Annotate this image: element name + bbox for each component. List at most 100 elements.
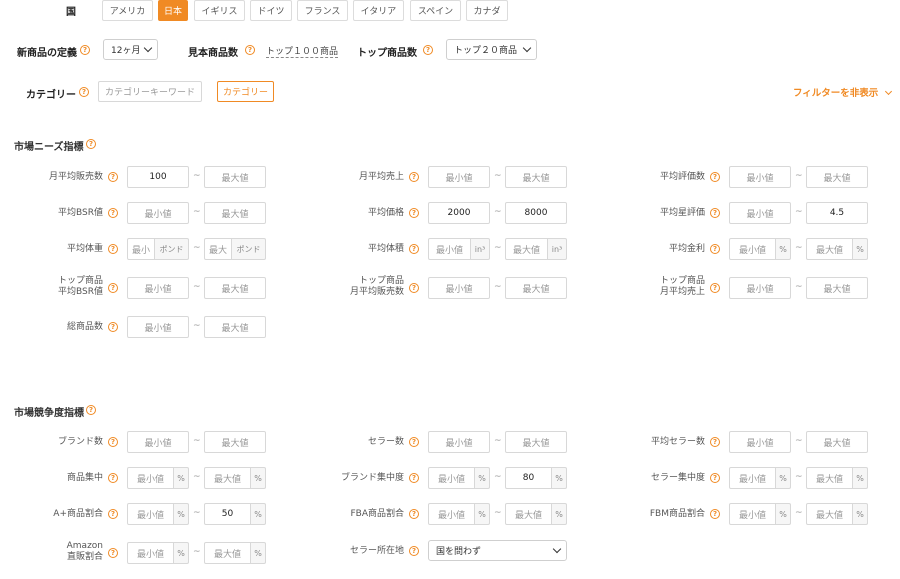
avg-profit-max[interactable]: 最大値 [806,238,853,260]
new-product-select[interactable]: 12ヶ月 [103,39,158,60]
monthly-sales-max[interactable]: 最大値 [204,166,266,188]
avg-volume-max[interactable]: 最大値 [505,238,548,260]
help-icon[interactable]: ? [80,45,90,55]
avg-sellers-max[interactable]: 最大値 [806,431,868,453]
help-icon[interactable]: ? [409,546,419,556]
help-icon[interactable]: ? [409,172,419,182]
help-icon[interactable]: ? [108,473,118,483]
help-icon[interactable]: ? [409,244,419,254]
monthly-sales-min[interactable]: 100 [127,166,189,188]
fba-ratio-max[interactable]: 最大値 [505,503,552,525]
amazon-direct-min[interactable]: 最小値 [127,542,174,564]
help-icon[interactable]: ? [108,172,118,182]
help-icon[interactable]: ? [409,509,419,519]
country-option-germany[interactable]: ドイツ [250,0,292,21]
amazon-direct-label: Amazon 直販割合 [67,541,103,563]
avg-weight-min[interactable]: 最小 [127,238,155,260]
filter-toggle[interactable]: フィルターを非表示 [793,85,892,99]
help-icon[interactable]: ? [710,208,720,218]
help-icon[interactable]: ? [245,45,255,55]
help-icon[interactable]: ? [409,208,419,218]
brand-concentration-max[interactable]: 80 [505,467,552,489]
help-icon[interactable]: ? [108,208,118,218]
product-concentration-min[interactable]: 最小値 [127,467,174,489]
avg-bsr-max[interactable]: 最大値 [204,202,266,224]
seller-count-min[interactable]: 最小値 [428,431,490,453]
category-keyword-input[interactable]: カテゴリーキーワード [98,81,202,102]
top-bsr-max[interactable]: 最大値 [204,277,266,299]
avg-price-min[interactable]: 2000 [428,202,490,224]
avg-volume-min[interactable]: 最小値 [428,238,471,260]
range-separator: ~ [193,436,201,446]
product-concentration-max[interactable]: 最大値 [204,467,251,489]
percent-unit: % [174,467,189,489]
help-icon[interactable]: ? [710,172,720,182]
top-monthly-revenue-max[interactable]: 最大値 [806,277,868,299]
total-products-max[interactable]: 最大値 [204,316,266,338]
range-separator: ~ [795,171,803,181]
help-icon[interactable]: ? [409,437,419,447]
country-option-japan[interactable]: 日本 [158,0,188,21]
help-icon[interactable]: ? [108,283,118,293]
brand-concentration-min[interactable]: 最小値 [428,467,475,489]
fbm-ratio-min[interactable]: 最小値 [729,503,776,525]
range-separator: ~ [795,207,803,217]
total-products-min[interactable]: 最小値 [127,316,189,338]
brand-count-min[interactable]: 最小値 [127,431,189,453]
fba-ratio-min[interactable]: 最小値 [428,503,475,525]
help-icon[interactable]: ? [108,509,118,519]
seller-concentration-max[interactable]: 最大値 [806,467,853,489]
aplus-ratio-max[interactable]: 50 [204,503,251,525]
brand-count-max[interactable]: 最大値 [204,431,266,453]
seller-count-max[interactable]: 最大値 [505,431,567,453]
aplus-ratio-min[interactable]: 最小値 [127,503,174,525]
amazon-direct-max[interactable]: 最大値 [204,542,251,564]
avg-reviews-max[interactable]: 最大値 [806,166,868,188]
fbm-ratio-max[interactable]: 最大値 [806,503,853,525]
top-count-select[interactable]: トップ２０商品 [446,39,537,60]
avg-reviews-min[interactable]: 最小値 [729,166,791,188]
country-label: 国 [66,7,76,18]
help-icon[interactable]: ? [86,139,96,149]
help-icon[interactable]: ? [108,244,118,254]
percent-unit: % [251,467,266,489]
help-icon[interactable]: ? [108,322,118,332]
top-monthly-sales-min[interactable]: 最小値 [428,277,490,299]
sample-count-value[interactable]: トップ１００商品 [266,44,339,58]
help-icon[interactable]: ? [409,283,419,293]
avg-rating-max[interactable]: 4.5 [806,202,868,224]
help-icon[interactable]: ? [710,244,720,254]
help-icon[interactable]: ? [710,509,720,519]
top-monthly-revenue-min[interactable]: 最小値 [729,277,791,299]
help-icon[interactable]: ? [710,437,720,447]
help-icon[interactable]: ? [108,437,118,447]
country-option-usa[interactable]: アメリカ [102,0,153,21]
avg-weight-max[interactable]: 最大 [204,238,232,260]
avg-profit-min[interactable]: 最小値 [729,238,776,260]
avg-sellers-min[interactable]: 最小値 [729,431,791,453]
help-icon[interactable]: ? [710,283,720,293]
help-icon[interactable]: ? [409,473,419,483]
top-bsr-min[interactable]: 最小値 [127,277,189,299]
help-icon[interactable]: ? [79,87,89,97]
avg-rating-min[interactable]: 最小値 [729,202,791,224]
top-monthly-sales-label-line1: トップ商品 [358,276,404,286]
country-option-uk[interactable]: イギリス [194,0,245,21]
monthly-revenue-min[interactable]: 最小値 [428,166,490,188]
country-option-spain[interactable]: スペイン [410,0,461,21]
help-icon[interactable]: ? [108,548,118,558]
country-option-canada[interactable]: カナダ [466,0,508,21]
help-icon[interactable]: ? [423,45,433,55]
seller-location-select[interactable]: 国を問わず [428,540,567,561]
seller-concentration-min[interactable]: 最小値 [729,467,776,489]
monthly-revenue-max[interactable]: 最大値 [505,166,567,188]
avg-bsr-min[interactable]: 最小値 [127,202,189,224]
avg-profit-label: 平均金利 [668,244,705,254]
category-button[interactable]: カテゴリー [217,81,274,102]
top-monthly-sales-max[interactable]: 最大値 [505,277,567,299]
country-option-italy[interactable]: イタリア [353,0,404,21]
country-option-france[interactable]: フランス [297,0,348,21]
help-icon[interactable]: ? [86,405,96,415]
avg-price-max[interactable]: 8000 [505,202,567,224]
help-icon[interactable]: ? [710,473,720,483]
